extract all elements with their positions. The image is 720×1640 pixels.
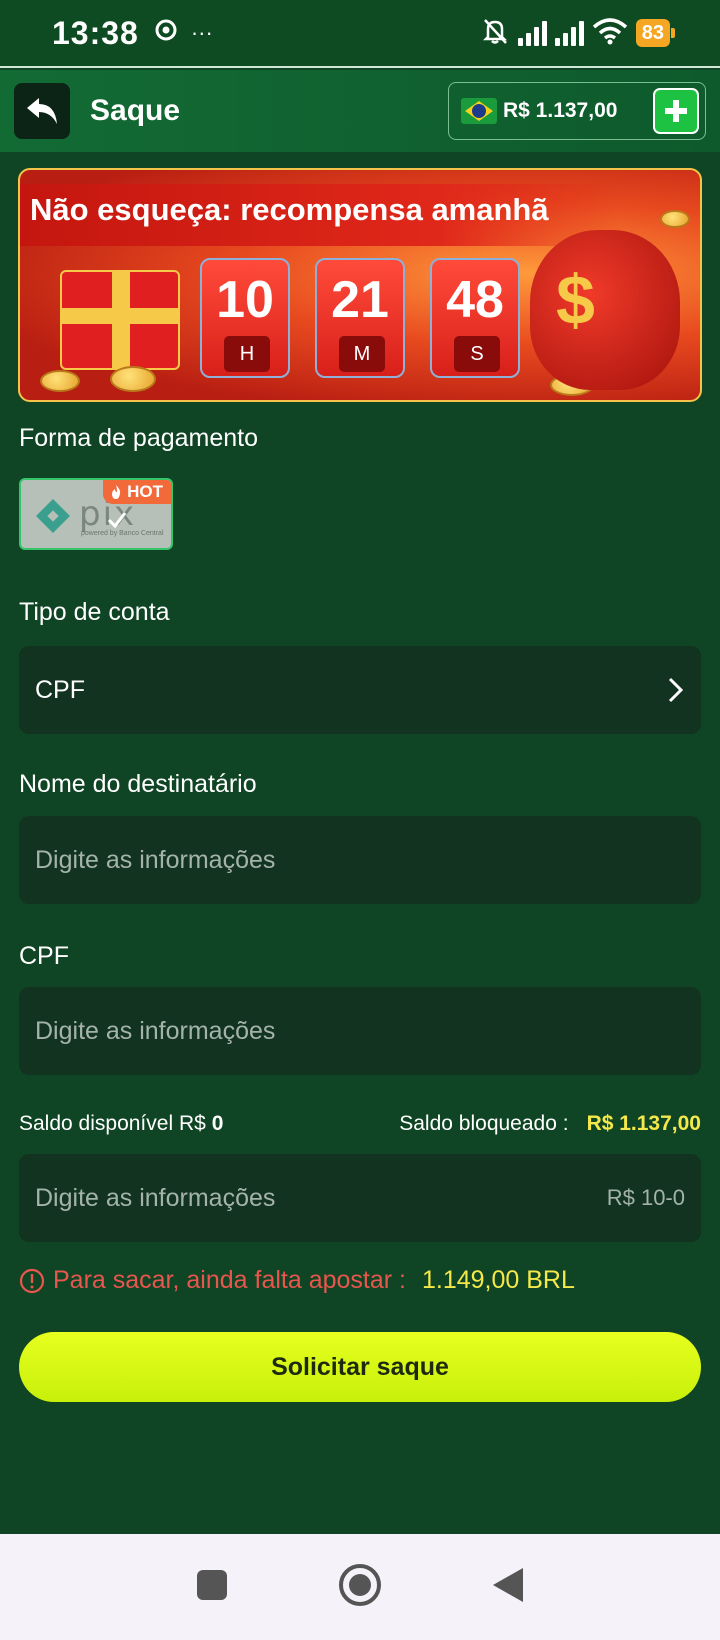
back-arrow-icon — [27, 98, 57, 124]
banner-title: Não esqueça: recompensa amanhã — [30, 192, 549, 227]
account-type-select[interactable]: CPF — [19, 646, 701, 734]
chrome-icon — [155, 19, 177, 47]
home-circle-icon — [339, 1563, 381, 1606]
timer-seconds-value: 48 — [446, 271, 504, 329]
warning-amount: 1.149,00 BRL — [422, 1266, 575, 1294]
flame-icon — [112, 485, 121, 499]
amount-input[interactable]: Digite as informações R$ 10-0 — [19, 1154, 701, 1242]
signal-icon — [517, 20, 547, 46]
request-withdrawal-button[interactable]: Solicitar saque — [19, 1332, 701, 1402]
account-type-value: CPF — [35, 675, 85, 704]
available-balance-value: 0 — [211, 1112, 224, 1135]
timer-seconds-unit: S — [454, 336, 500, 372]
balance-amount: R$ 1.137,00 — [503, 99, 618, 122]
coin-icon — [40, 370, 80, 392]
payment-method-label: Forma de pagamento — [19, 424, 259, 452]
brazil-flag-icon — [461, 98, 497, 124]
blocked-balance-label: Saldo bloqueado : — [399, 1112, 569, 1135]
amount-range-hint: R$ 10-0 — [606, 1185, 685, 1210]
status-bar: 13:38 ··· 83 — [0, 0, 720, 68]
cpf-input[interactable]: Digite as informações — [19, 987, 701, 1075]
pix-logo-subtext: powered by Banco Central — [81, 530, 164, 537]
cpf-placeholder: Digite as informações — [35, 1016, 276, 1045]
hot-badge: HOT — [103, 480, 171, 504]
square-icon — [197, 1569, 227, 1600]
timer-hours-unit: H — [224, 336, 270, 372]
plus-icon — [665, 100, 687, 122]
back-button[interactable] — [14, 83, 70, 139]
timer-seconds: 48 S — [430, 258, 520, 378]
recipient-name-placeholder: Digite as informações — [35, 845, 276, 874]
timer-minutes: 21 M — [315, 258, 405, 378]
balances-row: Saldo disponível R$ 0 Saldo bloqueado : … — [19, 1112, 701, 1136]
silent-bell-icon — [480, 16, 510, 51]
warning-text: Para sacar, ainda falta apostar : — [53, 1266, 406, 1294]
request-withdrawal-label: Solicitar saque — [271, 1352, 449, 1381]
timer-hours-value: 10 — [216, 271, 274, 329]
reward-banner[interactable]: Não esqueça: recompensa amanhã $ 10 H 21… — [18, 168, 702, 402]
checkmark-icon — [107, 512, 127, 529]
android-nav-bar — [0, 1534, 720, 1640]
app-header: Saque R$ 1.137,00 — [0, 70, 720, 152]
warning-circle-icon — [19, 1268, 45, 1293]
chevron-right-icon — [668, 677, 684, 703]
money-bag-icon — [530, 230, 680, 390]
amount-placeholder: Digite as informações — [35, 1183, 276, 1212]
blocked-balance-value: R$ 1.137,00 — [586, 1112, 701, 1135]
recents-button[interactable] — [195, 1568, 229, 1607]
pix-payment-option[interactable]: pix powered by Banco Central HOT — [19, 478, 173, 550]
timer-hours: 10 H — [200, 258, 290, 378]
gift-box-icon — [60, 270, 180, 370]
back-nav-button[interactable] — [491, 1566, 525, 1609]
battery-icon: 83 — [635, 19, 676, 47]
more-notifications-icon: ··· — [190, 20, 213, 45]
status-time: 13:38 — [52, 14, 139, 51]
balance-display: R$ 1.137,00 — [448, 82, 706, 140]
deposit-button[interactable] — [653, 88, 699, 134]
wager-warning: Para sacar, ainda falta apostar : 1.149,… — [19, 1266, 575, 1295]
home-button[interactable] — [337, 1562, 383, 1613]
hot-badge-label: HOT — [127, 482, 163, 501]
coin-icon — [110, 366, 156, 392]
coin-icon — [660, 210, 690, 228]
available-balance-label: Saldo disponível R$ — [19, 1112, 206, 1135]
timer-minutes-value: 21 — [331, 271, 389, 329]
wifi-icon — [592, 17, 628, 50]
page-title: Saque — [90, 94, 181, 127]
dollar-sign-icon: $ — [556, 261, 595, 339]
recipient-name-label: Nome do destinatário — [19, 770, 257, 798]
timer-minutes-unit: M — [339, 336, 385, 372]
recipient-name-input[interactable]: Digite as informações — [19, 816, 701, 904]
account-type-label: Tipo de conta — [19, 598, 170, 626]
signal-icon-2 — [554, 20, 584, 46]
triangle-back-icon — [493, 1567, 523, 1602]
cpf-label: CPF — [19, 942, 69, 970]
pix-logo-icon — [36, 499, 70, 533]
